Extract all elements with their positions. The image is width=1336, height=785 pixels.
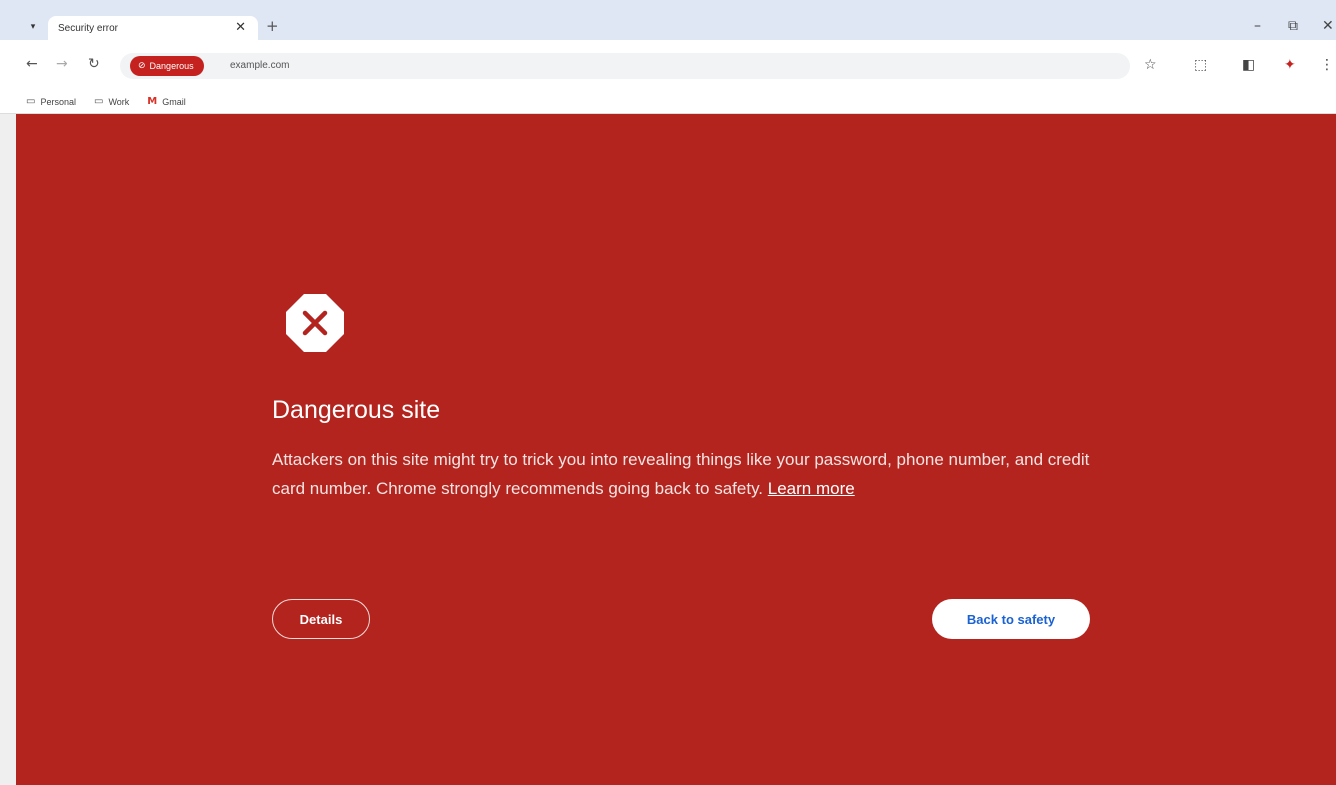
description-text: Attackers on this site might try to tric… <box>272 450 1090 498</box>
danger-icon: ⊘ <box>138 61 146 71</box>
tab-security-error[interactable]: Security error ✕ <box>48 16 258 40</box>
forward-icon[interactable]: → <box>56 56 68 72</box>
bookmark-label: Gmail <box>162 96 186 107</box>
dangerous-chip-label: Dangerous <box>149 61 194 71</box>
browser-window: ▾ Security error ✕ + – ⧉ ✕ ← → ↻ ⊘ Dange… <box>0 0 1336 785</box>
bookmark-gmail[interactable]: M Gmail <box>147 96 185 107</box>
left-edge <box>0 114 16 785</box>
toolbar: ← → ↻ ⊘ Dangerous example.com ☆ ⬚ ◧ ✦ ⋮ <box>0 40 1336 90</box>
tab-title: Security error <box>58 22 119 34</box>
side-panel-icon[interactable]: ◧ <box>1242 57 1255 73</box>
danger-octagon-icon <box>286 294 344 352</box>
bookmark-work[interactable]: ▭ Work <box>94 96 129 107</box>
tab-close-icon[interactable]: ✕ <box>235 20 246 35</box>
page-title: Dangerous site <box>272 396 441 424</box>
bookmark-label: Work <box>108 96 130 107</box>
gmail-icon: M <box>147 96 158 107</box>
tab-search-icon[interactable]: ▾ <box>24 18 42 36</box>
close-window-icon[interactable]: ✕ <box>1322 18 1334 34</box>
folder-icon: ▭ <box>93 96 104 107</box>
bookmark-personal[interactable]: ▭ Personal <box>26 96 76 107</box>
extension-icon[interactable]: ⬚ <box>1194 57 1207 73</box>
back-icon[interactable]: ← <box>26 56 38 72</box>
details-button[interactable]: Details <box>272 599 370 639</box>
warning-description: Attackers on this site might try to tric… <box>272 445 1102 503</box>
bookmark-star-icon[interactable]: ☆ <box>1144 57 1157 73</box>
back-to-safety-button[interactable]: Back to safety <box>932 599 1090 639</box>
minimize-icon[interactable]: – <box>1254 18 1261 34</box>
profile-icon[interactable]: ✦ <box>1284 57 1296 73</box>
reload-icon[interactable]: ↻ <box>88 56 100 72</box>
learn-more-link[interactable]: Learn more <box>768 479 855 498</box>
bookmark-label: Personal <box>40 96 76 107</box>
bookmarks-bar: ▭ Personal ▭ Work M Gmail <box>0 90 1336 114</box>
danger-interstitial: Dangerous site Attackers on this site mi… <box>16 114 1336 785</box>
dangerous-chip[interactable]: ⊘ Dangerous <box>130 56 204 76</box>
url-text: example.com <box>230 60 290 71</box>
menu-icon[interactable]: ⋮ <box>1320 57 1334 73</box>
address-bar[interactable]: ⊘ Dangerous example.com <box>120 53 1130 79</box>
tab-strip: ▾ Security error ✕ + – ⧉ ✕ <box>0 0 1336 40</box>
new-tab-icon[interactable]: + <box>266 17 279 35</box>
restore-icon[interactable]: ⧉ <box>1288 18 1298 34</box>
folder-icon: ▭ <box>26 96 36 107</box>
